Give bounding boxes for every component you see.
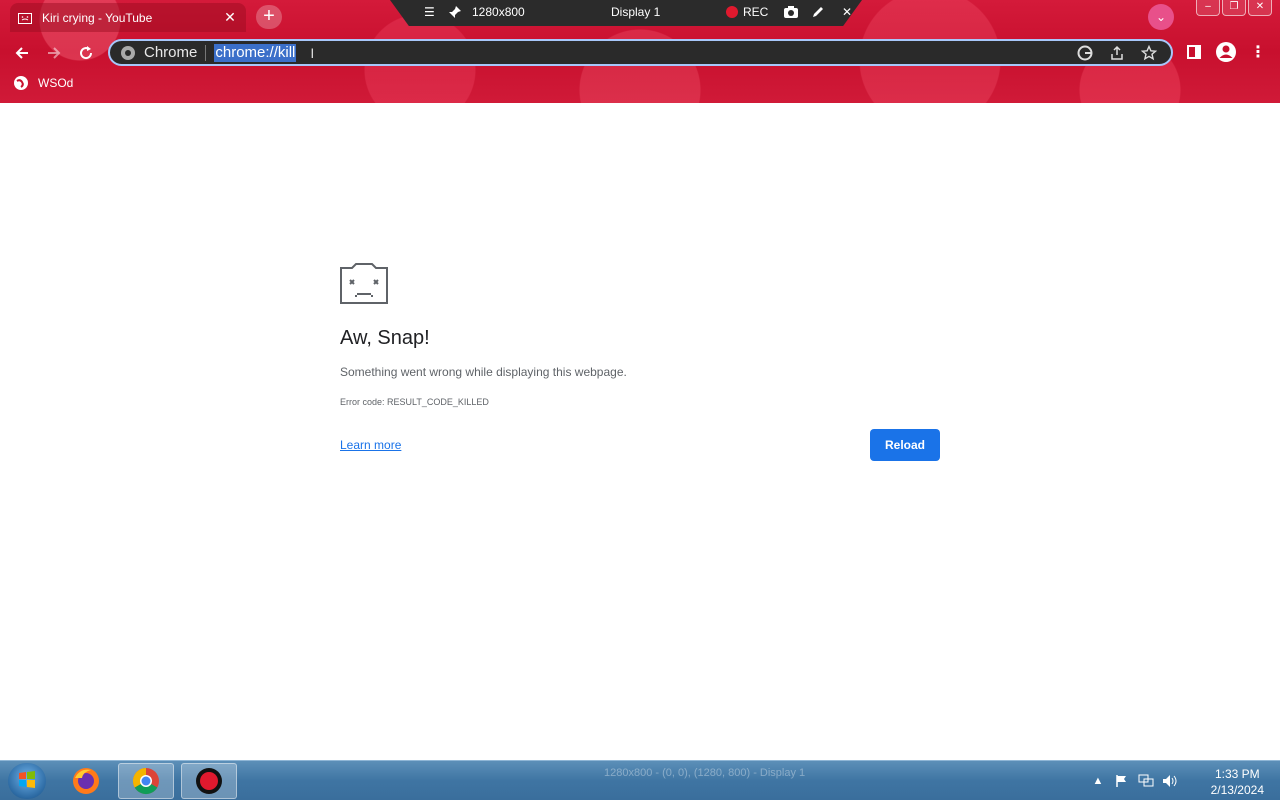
volume-icon[interactable] [1160,771,1180,791]
taskbar-clock[interactable]: 1:33 PM 2/13/2024 [1211,766,1264,798]
minimize-icon[interactable]: – [1196,0,1220,16]
bookmark-label: WSOd [38,76,74,90]
google-lens-icon[interactable] [1069,44,1101,62]
tab-title: Kiri crying - YouTube [42,10,153,25]
browser-titlebar: Kiri crying - YouTube ✕ + ☰ 1280x800 Dis… [0,0,1280,103]
system-tray: ▲ [1088,761,1184,800]
recorder-display[interactable]: Display 1 [611,5,660,19]
profile-avatar-icon[interactable] [1214,41,1238,63]
side-panel-icon[interactable] [1184,41,1204,63]
chrome-logo-icon [120,45,136,61]
show-hidden-icons-icon[interactable]: ▲ [1088,771,1108,791]
bookmark-item[interactable]: WSOd [14,76,73,90]
tab-search-chevron-icon[interactable]: ⌄ [1148,4,1174,30]
recorder-close-icon[interactable]: ✕ [842,5,852,19]
error-code: Error code: RESULT_CODE_KILLED [340,397,489,407]
bookmark-star-icon[interactable] [1133,44,1165,62]
recorder-taskbar-icon[interactable] [181,763,237,799]
rec-label: REC [743,5,769,19]
sad-tab-icon [18,12,32,24]
screen-recorder-bar: ☰ 1280x800 Display 1 REC ✕ [390,0,862,26]
text-cursor-icon: I [310,44,315,61]
omnibox-actions [1069,44,1165,62]
taskbar: 1280x800 - (0, 0), (1280, 800) - Display… [0,760,1280,800]
more-menu-icon[interactable]: ⋮ [1250,41,1266,63]
reload-button[interactable]: Reload [870,429,940,461]
error-message: Something went wrong while displaying th… [340,365,627,379]
pin-icon[interactable] [448,5,462,19]
rec-button[interactable]: REC [726,5,768,19]
firefox-taskbar-icon[interactable] [58,763,114,799]
clock-time: 1:33 PM [1214,767,1260,781]
window-controls: – ❐ ✕ [1194,0,1272,16]
sad-folder-icon [340,262,388,304]
reload-icon[interactable] [75,42,97,64]
network-icon[interactable] [1136,771,1156,791]
chrome-taskbar-icon[interactable] [118,763,174,799]
clock-date: 2/13/2024 [1210,783,1264,797]
new-tab-button[interactable]: + [256,5,282,29]
action-center-flag-icon[interactable] [1112,771,1132,791]
tab-close-icon[interactable]: ✕ [222,9,238,26]
error-heading: Aw, Snap! [340,327,430,349]
close-window-icon[interactable]: ✕ [1248,0,1272,16]
tab-active[interactable]: Kiri crying - YouTube ✕ [10,3,246,32]
back-icon[interactable] [11,42,33,64]
pencil-icon[interactable] [811,5,825,19]
learn-more-link[interactable]: Learn more [340,438,401,452]
camera-icon[interactable] [783,5,799,19]
url-text[interactable]: chrome://kill [214,43,297,62]
globe-icon [14,76,28,90]
menu-icon[interactable]: ☰ [424,5,435,19]
restore-icon[interactable]: ❐ [1222,0,1246,16]
taskbar-ghost-label: 1280x800 - (0, 0), (1280, 800) - Display… [604,767,806,779]
recorder-resolution: 1280x800 [472,5,525,19]
share-icon[interactable] [1101,44,1133,62]
record-icon [726,6,738,18]
start-button[interactable] [8,763,46,799]
address-bar[interactable]: Chrome chrome://kill I [108,39,1173,66]
forward-icon[interactable] [43,42,65,64]
site-chip: Chrome [144,44,207,61]
